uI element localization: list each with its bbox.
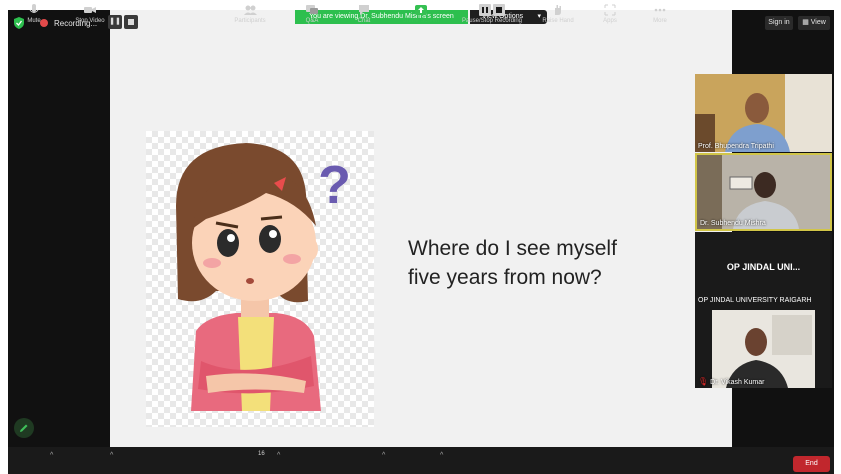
participant-name-muted: 🎙 Dr. Vikash Kumar [698, 377, 765, 386]
share-options-caret[interactable]: ^ [440, 452, 443, 459]
video-tile-4[interactable]: 🎙 Dr. Vikash Kumar [695, 310, 832, 388]
question-line-1: Where do I see myself [408, 237, 617, 260]
participant-video-2 [697, 155, 830, 229]
svg-text:?: ? [318, 155, 351, 215]
mute-options-caret[interactable]: ^ [50, 452, 53, 459]
pencil-icon [20, 424, 28, 432]
grid-icon: ▦ [802, 19, 809, 26]
stop-recording-button[interactable] [124, 15, 138, 29]
participant-name: OP JINDAL UNI... [726, 262, 801, 272]
participant-name: Dr. Subhendu Mishra [700, 220, 766, 227]
meeting-toolbar [8, 447, 834, 474]
share-screen-button[interactable]: Share Screen [398, 0, 444, 27]
apps-icon [604, 4, 616, 16]
qa-button[interactable]: Q&A [300, 0, 324, 27]
video-camera-icon [84, 7, 96, 13]
participant-name: Prof. Bhupendra Tripathi [698, 143, 774, 150]
thinking-girl-illustration: ? [146, 131, 374, 427]
video-options-caret[interactable]: ^ [110, 452, 113, 459]
slide-question: Where do I see myself five years from no… [408, 234, 708, 292]
chat-label: Chat [357, 18, 371, 24]
qa-icon [306, 5, 318, 14]
view-button[interactable]: ▦ View [798, 16, 830, 30]
mic-muted-icon: 🎙 [698, 377, 709, 386]
mute-button[interactable]: Mute [20, 0, 48, 27]
share-screen-label: Share Screen [402, 18, 440, 24]
apps-button[interactable]: Apps [598, 0, 622, 27]
participants-icon [244, 5, 257, 15]
annotate-icon[interactable] [14, 418, 34, 438]
stop-video-button[interactable]: Stop Video [68, 0, 112, 27]
more-label: More [653, 18, 667, 24]
girl-svg: ? [176, 143, 351, 411]
qa-label: Q&A [305, 18, 319, 24]
pause-stop-icon [479, 4, 505, 16]
view-label: View [810, 19, 826, 26]
participants-count: 16 [258, 451, 265, 457]
microphone-icon [29, 4, 39, 13]
question-line-2: five years from now? [408, 266, 602, 289]
participant-video-1 [695, 74, 832, 152]
more-button[interactable]: More [648, 0, 672, 27]
share-screen-icon [415, 5, 427, 15]
pause-stop-recording-button[interactable]: Pause/Stop Recording [455, 0, 529, 27]
video-tile-2-active-speaker[interactable]: Dr. Subhendu Mishra [695, 153, 832, 231]
chat-options-caret[interactable]: ^ [382, 452, 385, 459]
chat-button[interactable]: Chat [352, 0, 376, 27]
sign-in-button[interactable]: Sign in [765, 16, 793, 30]
chat-icon [359, 5, 369, 15]
participants-button[interactable]: Participants [228, 0, 272, 27]
end-meeting-button[interactable]: End [793, 456, 830, 472]
participants-options-caret[interactable]: ^ [277, 452, 280, 459]
participants-label: Participants [234, 18, 266, 24]
mute-label: Mute [27, 18, 41, 24]
apps-label: Apps [603, 18, 617, 24]
participant-name: Dr. Vikash Kumar [710, 379, 765, 386]
raise-hand-button[interactable]: Raise Hand [538, 0, 578, 27]
tile-subtitle: OP JINDAL UNIVERSITY RAIGARH [695, 297, 832, 309]
participant-subtitle: OP JINDAL UNIVERSITY RAIGARH [698, 297, 812, 304]
raise-hand-icon [555, 5, 561, 15]
raise-hand-label: Raise Hand [542, 18, 574, 24]
more-icon [654, 8, 666, 12]
pause-stop-recording-label: Pause/Stop Recording [461, 18, 523, 24]
video-tile-1[interactable]: Prof. Bhupendra Tripathi [695, 74, 832, 152]
stop-video-label: Stop Video [75, 18, 105, 24]
